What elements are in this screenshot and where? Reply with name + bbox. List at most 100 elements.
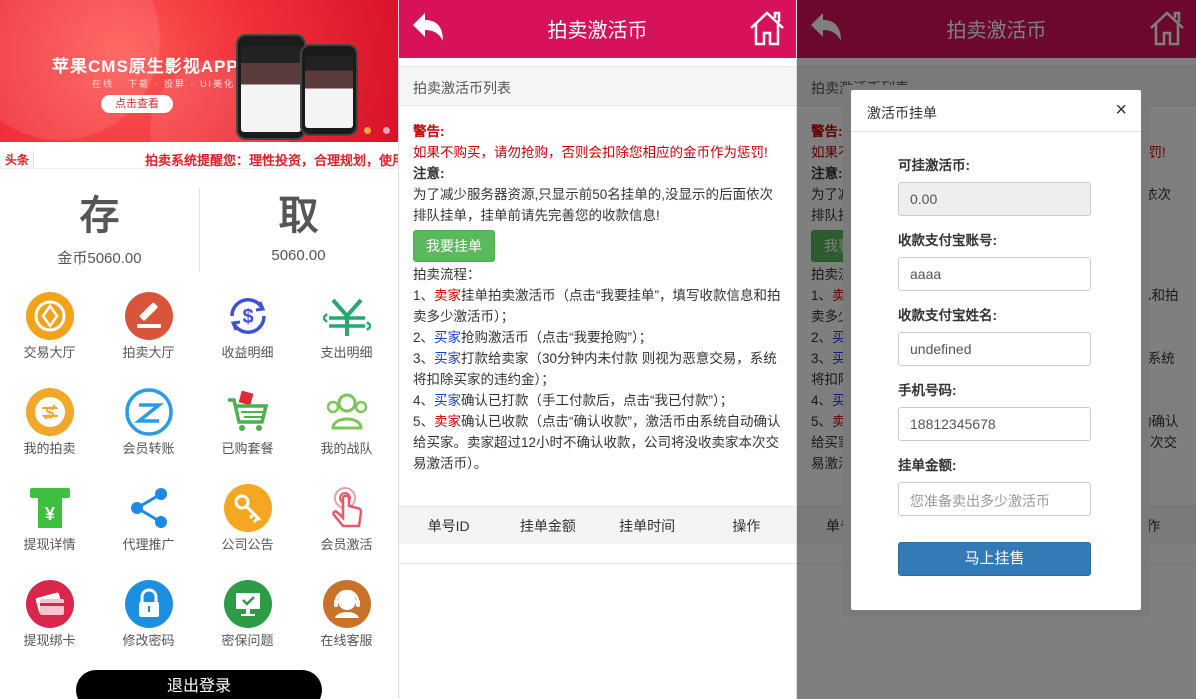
warning-heading: 警告: (413, 124, 445, 139)
pagination-dot[interactable] (364, 127, 371, 134)
home-panel: 苹果CMS原生影视APP 在线 · 下载 · 投屏 · UI美化 点击查看 头条… (0, 0, 398, 699)
home-icon[interactable] (748, 9, 786, 50)
field-label: 收款支付宝账号: (898, 233, 997, 248)
list-title: 拍卖激活币列表 (399, 66, 796, 106)
close-icon[interactable]: × (1115, 99, 1127, 122)
phone-input[interactable]: 18812345678 (898, 407, 1091, 441)
gavel-icon (124, 292, 173, 340)
menu-item-trade-hall[interactable]: 交易大厅 (0, 292, 99, 361)
note-heading: 注意: (413, 166, 445, 181)
deposit-label: 存 (79, 194, 120, 238)
transfer-coin-icon: $ (25, 388, 74, 436)
shopping-cart-icon (224, 388, 272, 436)
withdraw-block[interactable]: 取 5060.00 (199, 188, 398, 264)
warning-text: 如果不购买，请勿抢购，否则会扣除您相应的金币作为惩罚! (413, 145, 768, 160)
column-header-time: 挂单时间 (619, 518, 676, 534)
menu-item-company-notice[interactable]: 公司公告 (198, 484, 297, 553)
atm-cash-icon: ¥ (26, 484, 74, 532)
menu-item-my-auction[interactable]: $ 我的拍卖 (0, 388, 99, 457)
withdraw-value: 5060.00 (271, 247, 326, 264)
card-icon (25, 580, 74, 628)
step-number: 5、 (413, 414, 435, 429)
key-icon (223, 484, 272, 532)
field-label: 可挂激活币: (898, 158, 970, 173)
step-text: 挂单拍卖激活币（点击“我要挂单”，填写收款信息和拍卖多少激活币）； (413, 288, 781, 324)
menu-label: 修改密码 (122, 633, 175, 648)
headline-tag: 头条 (5, 151, 35, 168)
process-step: 4、买家确认已打款（手工付款后，点击“我已付款”）； (413, 390, 783, 411)
screen-icon (223, 580, 272, 628)
note-text: 为了减少服务器资源,只显示前50名挂单的,没显示的后面依次排队挂单，挂单前请先完… (413, 187, 774, 223)
phone-mockup-image (300, 44, 358, 136)
step-role: 卖家 (434, 288, 462, 303)
menu-item-online-support[interactable]: 在线客服 (297, 580, 396, 649)
order-table-header: 单号ID 挂单金额 挂单时间 操作 (399, 506, 796, 544)
page-title: 拍卖激活币 (547, 20, 648, 42)
step-role: 卖家 (434, 414, 462, 429)
share-icon (125, 484, 173, 532)
auction-info: 警告: 如果不购买，请勿抢购，否则会扣除您相应的金币作为惩罚! 注意: 为了减少… (413, 121, 783, 474)
banner-pagination[interactable] (352, 122, 390, 137)
pagination-dot[interactable] (383, 127, 390, 134)
step-role: 买家 (434, 330, 462, 345)
promo-banner[interactable]: 苹果CMS原生影视APP 在线 · 下载 · 投屏 · UI美化 点击查看 (0, 0, 398, 142)
menu-label: 收益明细 (221, 345, 274, 360)
field-label: 收款支付宝姓名: (898, 308, 997, 323)
touch-icon (323, 484, 371, 532)
headline-ticker[interactable]: 头条 拍卖系统提醒您：理性投资，合理规划，使用 (0, 147, 398, 169)
menu-item-change-password[interactable]: 修改密码 (99, 580, 198, 649)
available-coins-input: 0.00 (898, 182, 1091, 216)
column-header-action: 操作 (732, 518, 761, 534)
team-icon (323, 388, 371, 436)
process-step: 1、卖家挂单拍卖激活币（点击“我要挂单”，填写收款信息和拍卖多少激活币）； (413, 285, 783, 327)
phone-field: 手机号码: 18812345678 (898, 379, 1091, 441)
header-bar: 拍卖激活币 (399, 0, 796, 58)
menu-label: 交易大厅 (23, 345, 76, 360)
menu-item-income-detail[interactable]: $ 收益明细 (198, 292, 297, 361)
menu-item-auction-hall[interactable]: 拍卖大厅 (99, 292, 198, 361)
modal-title: 激活币挂单 (867, 105, 937, 121)
lock-icon (124, 580, 173, 628)
menu-label: 支出明细 (320, 345, 373, 360)
banner-subtitle: 在线 · 下载 · 投屏 · UI美化 (92, 79, 235, 89)
menu-item-withdraw-detail[interactable]: ¥ 提现详情 (0, 484, 99, 553)
submit-order-button[interactable]: 马上挂售 (898, 542, 1091, 576)
menu-item-my-team[interactable]: 我的战队 (297, 388, 396, 457)
menu-item-security-question[interactable]: 密保问题 (198, 580, 297, 649)
field-label: 挂单金额: (898, 458, 957, 473)
yen-arrows-icon (322, 292, 371, 340)
menu-label: 代理推广 (122, 537, 175, 552)
phone-mockup-image (236, 34, 306, 140)
alipay-account-input[interactable]: aaaa (898, 257, 1091, 291)
menu-label: 已购套餐 (221, 441, 274, 456)
order-amount-field: 挂单金额: 您准备卖出多少激活币 (898, 454, 1091, 516)
table-divider (399, 563, 796, 564)
menu-item-agent-promotion[interactable]: 代理推广 (99, 484, 198, 553)
banner-view-button[interactable]: 点击查看 (101, 95, 173, 113)
menu-item-member-transfer[interactable]: 会员转账 (99, 388, 198, 457)
step-number: 1、 (413, 288, 435, 303)
menu-label: 会员激活 (320, 537, 373, 552)
post-order-modal: 激活币挂单 × 可挂激活币: 0.00 收款支付宝账号: aaaa 收款支付宝姓… (851, 90, 1141, 610)
step-role: 买家 (434, 393, 462, 408)
column-header-id: 单号ID (427, 518, 470, 534)
menu-label: 密保问题 (221, 633, 274, 648)
order-amount-input[interactable]: 您准备卖出多少激活币 (898, 482, 1091, 516)
alipay-name-input[interactable]: undefined (898, 332, 1091, 366)
step-text: 打款给卖家（30分钟内未付款 则视为恶意交易，系统将扣除买家的违约金）； (413, 351, 777, 387)
menu-item-expense-detail[interactable]: 支出明细 (297, 292, 396, 361)
post-order-button[interactable]: 我要挂单 (413, 230, 495, 262)
menu-label: 拍卖大厅 (122, 345, 175, 360)
step-number: 4、 (413, 393, 435, 408)
logout-button[interactable]: 退出登录 (76, 670, 322, 699)
process-step: 5、卖家确认已收款（点击“确认收款”，激活币由系统自动确认给买家。卖家超过12小… (413, 411, 783, 474)
menu-item-bind-card[interactable]: 提现绑卡 (0, 580, 99, 649)
headline-message: 拍卖系统提醒您：理性投资，合理规划，使用 (145, 153, 398, 168)
deposit-block[interactable]: 存 金币5060.00 (0, 188, 199, 268)
menu-label: 我的战队 (320, 441, 373, 456)
menu-item-purchased-plans[interactable]: 已购套餐 (198, 388, 297, 457)
deposit-value: 金币5060.00 (57, 250, 142, 267)
step-role: 买家 (434, 351, 462, 366)
menu-item-member-activation[interactable]: 会员激活 (297, 484, 396, 553)
menu-label: 我的拍卖 (23, 441, 76, 456)
